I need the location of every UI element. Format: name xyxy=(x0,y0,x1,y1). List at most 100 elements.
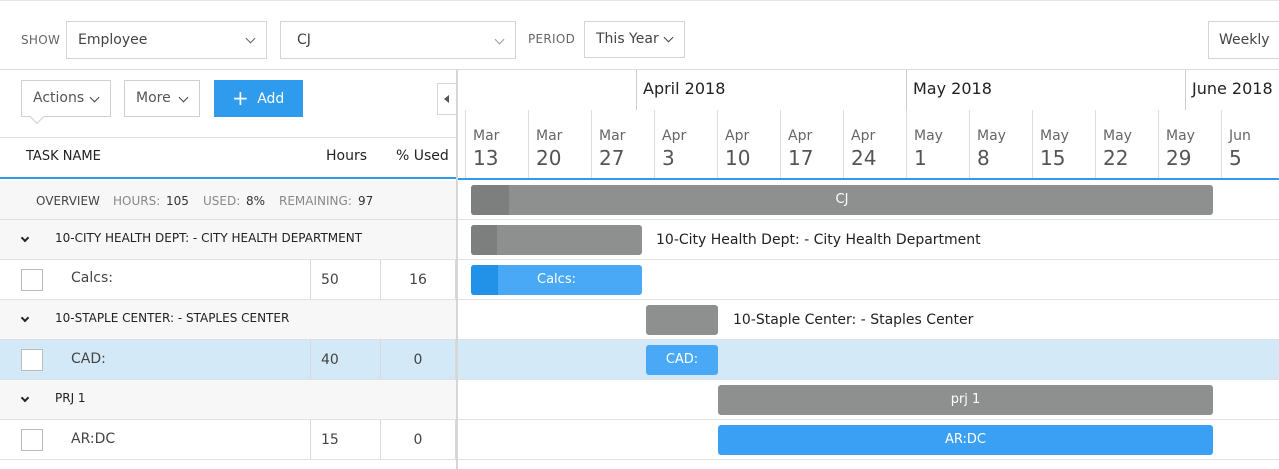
group-row[interactable]: 10-CITY HEALTH DEPT: - CITY HEALTH DEPAR… xyxy=(0,220,456,260)
hours-value: 105 xyxy=(166,194,189,208)
chevron-down-icon[interactable] xyxy=(20,233,30,243)
task-row[interactable]: Calcs: 50 16 xyxy=(0,260,456,300)
more-button[interactable]: More xyxy=(124,80,200,117)
week-col: Apr 3 xyxy=(654,110,717,178)
overview-label: OVERVIEW xyxy=(36,194,100,208)
actions-label: Actions xyxy=(33,90,85,106)
week-month: Apr xyxy=(851,128,876,144)
col-used[interactable]: % Used xyxy=(396,148,449,164)
chevron-down-icon xyxy=(245,33,256,44)
bar-label: Calcs: xyxy=(537,272,576,287)
period-select[interactable]: This Year xyxy=(584,21,685,58)
group-bar[interactable]: prj 1 xyxy=(718,385,1213,415)
hours-cell[interactable]: 15 xyxy=(310,420,380,459)
overview-bar[interactable]: CJ xyxy=(471,185,1213,215)
group-title: 10-CITY HEALTH DEPT: - CITY HEALTH DEPAR… xyxy=(55,231,363,245)
used-label: USED: xyxy=(203,194,241,208)
week-day: 27 xyxy=(599,146,625,170)
bar-label: prj 1 xyxy=(950,392,981,407)
show-select-value: Employee xyxy=(78,32,148,48)
filter-bar: SHOW Employee CJ PERIOD This Year Weekly xyxy=(0,0,1279,70)
employee-select-value: CJ xyxy=(297,32,311,48)
group-bar[interactable] xyxy=(646,305,718,335)
task-bar[interactable]: Calcs: xyxy=(471,265,642,295)
week-day: 8 xyxy=(977,146,990,170)
column-header: TASK NAME Hours % Used xyxy=(0,137,456,179)
progress-fill xyxy=(471,225,497,255)
progress-fill xyxy=(471,265,498,295)
hours-cell[interactable]: 40 xyxy=(310,340,380,379)
task-bar[interactable]: AR:DC xyxy=(718,425,1213,455)
col-hours[interactable]: Hours xyxy=(326,148,367,164)
view-select[interactable]: Weekly xyxy=(1208,21,1279,59)
task-row[interactable]: AR:DC 15 0 xyxy=(0,420,456,460)
col-task-name[interactable]: TASK NAME xyxy=(26,149,101,164)
hours-cell[interactable]: 50 xyxy=(310,260,380,299)
week-month: Jun xyxy=(1229,128,1251,144)
group-bar-label: 10-City Health Dept: - City Health Depar… xyxy=(656,232,981,248)
plus-icon: + xyxy=(232,86,249,110)
progress-fill xyxy=(471,185,509,215)
group-row[interactable]: PRJ 1 xyxy=(0,380,456,420)
group-title: PRJ 1 xyxy=(55,391,86,405)
group-row[interactable]: 10-STAPLE CENTER: - STAPLES CENTER xyxy=(0,300,456,340)
task-name: Calcs: xyxy=(71,270,113,286)
week-month: Mar xyxy=(473,128,500,144)
week-col: Mar 27 xyxy=(591,110,654,178)
week-month: Apr xyxy=(788,128,813,144)
week-month: May xyxy=(977,128,1006,144)
used-cell: 0 xyxy=(380,340,456,379)
week-col: May 1 xyxy=(906,110,969,178)
week-month: Apr xyxy=(662,128,687,144)
week-month: May xyxy=(1103,128,1132,144)
add-button[interactable]: + Add xyxy=(214,80,303,117)
week-day: 24 xyxy=(851,146,877,170)
week-col: May 15 xyxy=(1032,110,1095,178)
week-day: 29 xyxy=(1166,146,1192,170)
overview-row: OVERVIEW HOURS: 105 USED: 8% REMAINING: … xyxy=(0,181,456,220)
row-checkbox[interactable] xyxy=(21,429,43,451)
week-col: May 29 xyxy=(1158,110,1221,178)
task-name: CAD: xyxy=(71,351,106,367)
add-label: Add xyxy=(257,91,285,107)
show-label: SHOW xyxy=(21,33,61,47)
timeline-header: April 2018 May 2018 June 2018 Mar 13 Mar 2… xyxy=(458,70,1279,180)
chevron-down-icon[interactable] xyxy=(20,393,30,403)
week-day: 10 xyxy=(725,146,751,170)
used-cell: 0 xyxy=(380,420,456,459)
month-label: June 2018 xyxy=(1185,70,1279,110)
week-day: 22 xyxy=(1103,146,1129,170)
week-month: May xyxy=(1040,128,1069,144)
row-checkbox[interactable] xyxy=(21,269,43,291)
week-col: Apr 10 xyxy=(717,110,780,178)
task-name: AR:DC xyxy=(71,431,116,447)
week-month: Apr xyxy=(725,128,750,144)
week-day: 15 xyxy=(1040,146,1066,170)
task-row-selected[interactable]: CAD: 40 0 xyxy=(0,340,456,380)
group-bar[interactable] xyxy=(471,225,642,255)
show-select[interactable]: Employee xyxy=(66,21,267,59)
week-day: 5 xyxy=(1229,146,1242,170)
period-label: PERIOD xyxy=(528,32,576,46)
view-select-value: Weekly xyxy=(1219,32,1270,48)
group-title: 10-STAPLE CENTER: - STAPLES CENTER xyxy=(55,311,290,325)
collapse-pane-button[interactable] xyxy=(437,83,456,115)
timeline-row-selected xyxy=(458,340,1279,380)
month-label: May 2018 xyxy=(906,70,1185,110)
more-label: More xyxy=(136,90,171,106)
row-checkbox[interactable] xyxy=(21,349,43,371)
chevron-down-icon xyxy=(663,32,674,43)
week-month: May xyxy=(914,128,943,144)
week-day: 3 xyxy=(662,146,675,170)
week-col: Apr 24 xyxy=(843,110,906,178)
chevron-down-icon[interactable] xyxy=(20,313,30,323)
chevron-down-icon xyxy=(89,92,100,103)
week-day: 20 xyxy=(536,146,562,170)
used-value: 8% xyxy=(246,194,266,208)
remaining-label: REMAINING: xyxy=(279,194,352,208)
employee-select[interactable]: CJ xyxy=(280,21,516,59)
week-col: Apr 17 xyxy=(780,110,843,178)
week-day: 17 xyxy=(788,146,814,170)
used-cell: 16 xyxy=(380,260,456,299)
task-bar[interactable]: CAD: xyxy=(646,345,718,375)
